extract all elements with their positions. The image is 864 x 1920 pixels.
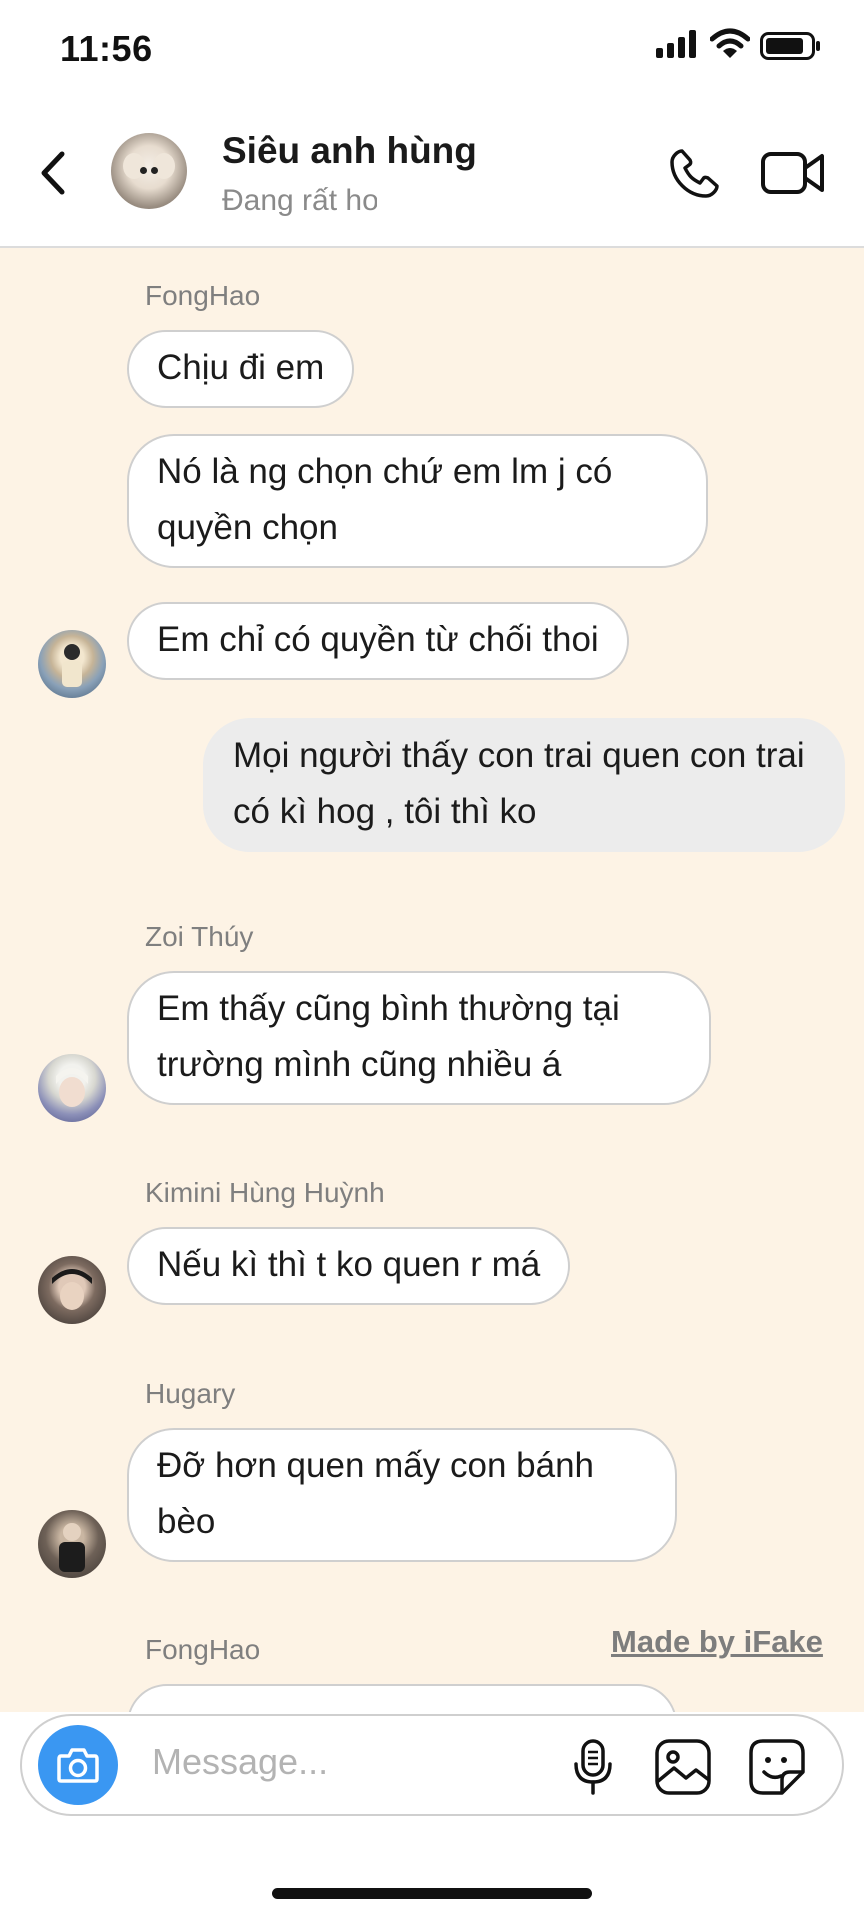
message-list[interactable]: FongHao Chịu đi em Nó là ng chọn chứ em …: [0, 248, 864, 1712]
person-silhouette: [59, 1523, 85, 1572]
sender-name: FongHao: [145, 280, 261, 311]
chat-subtitle: Đang rất hoạt động: [222, 184, 377, 217]
group-avatar[interactable]: [111, 133, 187, 209]
status-bar: 11:56: [0, 0, 864, 100]
avatar[interactable]: [38, 1054, 106, 1122]
cellular-signal-icon: [656, 30, 696, 58]
camera-icon: [57, 1748, 99, 1783]
outgoing-message-bubble[interactable]: Mọi người thấy con trai quen con trai có…: [203, 718, 845, 852]
avatar[interactable]: [38, 630, 106, 698]
avatar-detail: [123, 153, 145, 179]
phone-icon[interactable]: [668, 148, 720, 200]
message-bubble[interactable]: Em thấy cũng bình thường tại trường mình…: [127, 971, 711, 1105]
avatar-detail: [153, 153, 175, 179]
video-camera-icon[interactable]: [760, 150, 826, 196]
avatar[interactable]: [38, 1256, 106, 1324]
message-bubble[interactable]: Nó là ng chọn chứ em lm j có quyền chọn: [127, 434, 708, 568]
sender-name: Hugary: [145, 1378, 236, 1409]
message-bubble-partial[interactable]: [127, 1684, 677, 1712]
watermark-text: Made by iFake: [611, 1624, 823, 1659]
status-time: 11:56: [60, 28, 153, 69]
person-face: [52, 1269, 92, 1310]
microphone-icon[interactable]: [570, 1738, 616, 1796]
avatar-detail: [140, 167, 147, 174]
message-input[interactable]: [150, 1740, 554, 1784]
chevron-left-icon[interactable]: [34, 148, 74, 198]
image-icon[interactable]: [654, 1738, 712, 1796]
sender-name: Kimini Hùng Huỳnh: [145, 1177, 385, 1208]
message-bubble[interactable]: Em chỉ có quyền từ chối thoi: [127, 602, 629, 680]
sender-name: Zoi Thúy: [145, 921, 254, 952]
message-bubble[interactable]: Chịu đi em: [127, 330, 355, 408]
message-composer: [20, 1714, 844, 1816]
chat-title[interactable]: Siêu anh hùng: [222, 130, 477, 172]
avatar[interactable]: [38, 1510, 106, 1578]
home-indicator[interactable]: [272, 1888, 592, 1899]
avatar-detail: [151, 167, 158, 174]
sender-name: FongHao: [145, 1634, 261, 1665]
chat-header: Siêu anh hùng Đang rất hoạt động: [0, 100, 864, 248]
person-face: [56, 1068, 88, 1107]
sticker-icon[interactable]: [748, 1738, 806, 1796]
wifi-icon: [710, 28, 750, 58]
person-silhouette: [62, 644, 82, 687]
battery-icon: [760, 32, 820, 60]
message-bubble[interactable]: Đỡ hơn quen mấy con bánh bèo: [127, 1428, 677, 1562]
camera-button[interactable]: [38, 1725, 118, 1805]
message-bubble[interactable]: Nếu kì thì t ko quen r má: [127, 1227, 571, 1305]
